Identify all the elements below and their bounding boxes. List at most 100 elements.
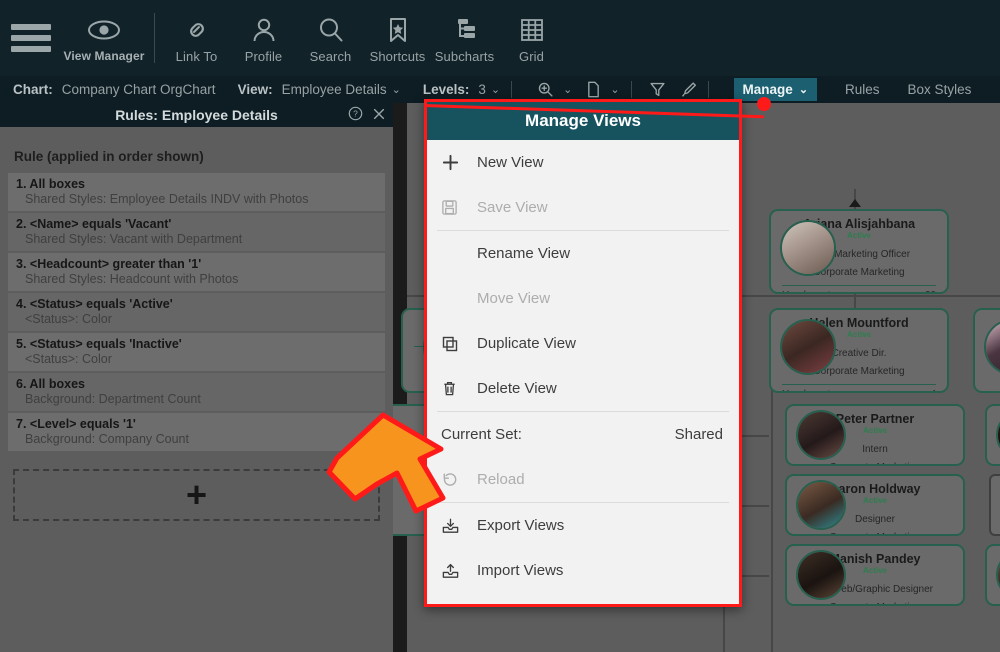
levels-value[interactable]: 3 xyxy=(478,82,486,97)
subchart-icon xyxy=(450,13,480,47)
chevron-down-icon[interactable]: ⌄ xyxy=(610,83,619,96)
menu-item-label: Rename View xyxy=(477,245,571,262)
toolbar-label: Link To xyxy=(175,48,218,64)
chevron-down-icon[interactable]: ⌄ xyxy=(563,83,572,96)
org-node-partial[interactable] xyxy=(985,404,1000,466)
rule-row[interactable]: 6. All boxes Background: Department Coun… xyxy=(8,373,385,411)
box-styles-button[interactable]: Box Styles xyxy=(908,82,972,97)
toolbar-label: Search xyxy=(309,48,352,64)
current-set-value: Shared xyxy=(674,426,723,443)
rule-row[interactable]: 3. <Headcount> greater than '1' Shared S… xyxy=(8,253,385,291)
rule-row[interactable]: 1. All boxes Shared Styles: Employee Det… xyxy=(8,173,385,211)
org-node-dept: Corporate Marketing xyxy=(787,602,963,604)
toolbar-item-search[interactable]: Search xyxy=(297,3,364,73)
rule-row[interactable]: 4. <Status> equals 'Active' <Status>: Co… xyxy=(8,293,385,331)
toolbar-item-profile[interactable]: Profile xyxy=(230,3,297,73)
filter-button[interactable] xyxy=(649,81,666,98)
rules-panel-actions: ? xyxy=(348,103,386,127)
manage-button[interactable]: Manage ⌄ xyxy=(733,78,818,101)
view-value[interactable]: Employee Details xyxy=(282,82,387,97)
highlighter-button[interactable] xyxy=(680,81,697,98)
org-node[interactable]: Peter Partner Active Intern Corporate Ma… xyxy=(785,404,965,466)
hamburger-menu-icon xyxy=(11,24,51,52)
toolbar-item-grid[interactable]: Grid xyxy=(498,3,565,73)
org-node-headcount: Headcount: 20 xyxy=(771,286,947,292)
menu-item-label: New View xyxy=(477,154,544,171)
floppy-save-icon xyxy=(441,199,473,216)
page-title: Rules: Employee Details xyxy=(115,107,278,123)
current-set-label: Current Set: xyxy=(441,426,522,443)
avatar xyxy=(796,550,846,600)
menu-item-reload: Reload xyxy=(427,457,739,502)
link-icon xyxy=(182,13,212,47)
rules-panel-header: Rules: Employee Details ? xyxy=(0,103,393,127)
copy-icon xyxy=(441,335,473,353)
menu-item-export-views[interactable]: Export Views xyxy=(427,503,739,548)
rule-detail: Shared Styles: Headcount with Photos xyxy=(25,272,239,286)
toolbar-item-link-to[interactable]: Link To xyxy=(163,3,230,73)
rule-detail: Shared Styles: Vacant with Department xyxy=(25,232,243,246)
menu-item-delete-view[interactable]: Delete View xyxy=(427,366,739,411)
zoom-in-button[interactable]: ⌄ xyxy=(537,81,572,98)
rule-detail: <Status>: Color xyxy=(25,352,112,366)
chevron-down-icon[interactable]: ⌄ xyxy=(491,83,500,96)
magnifier-icon xyxy=(316,13,346,47)
org-node-partial[interactable] xyxy=(973,308,1000,393)
org-node-dept: Corporate Marketing xyxy=(787,462,963,464)
rule-detail: Background: Department Count xyxy=(25,392,201,406)
trash-icon xyxy=(441,380,473,397)
toolbar-divider xyxy=(154,13,155,63)
toolbar-item-shortcuts[interactable]: Shortcuts xyxy=(364,3,431,73)
collapse-arrow-icon[interactable] xyxy=(849,199,861,207)
rule-row[interactable]: 2. <Name> equals 'Vacant' Shared Styles:… xyxy=(8,213,385,251)
avatar xyxy=(996,410,1000,460)
toolbar-item-subcharts[interactable]: Subcharts xyxy=(431,3,498,73)
menu-item-save-view: Save View xyxy=(427,185,739,230)
toolbar-label: Shortcuts xyxy=(369,48,426,64)
view-label: View: xyxy=(237,82,273,97)
toolbar-item-view-manager[interactable]: View Manager xyxy=(62,3,146,73)
divider xyxy=(630,81,632,98)
org-node[interactable]: Manish Pandey Active Sr. Web/Graphic Des… xyxy=(785,544,965,606)
chart-label: Chart: xyxy=(13,82,53,97)
chart-value[interactable]: Company Chart OrgChart xyxy=(62,82,216,97)
rules-button[interactable]: Rules xyxy=(845,82,880,97)
avatar xyxy=(796,410,846,460)
chevron-down-icon: ⌄ xyxy=(798,84,809,96)
menu-item-duplicate-view[interactable]: Duplicate View xyxy=(427,321,739,366)
headcount-label: Headcount: xyxy=(782,389,833,391)
rule-title: 7. <Level> equals '1' xyxy=(16,417,136,431)
rule-row[interactable]: 5. <Status> equals 'Inactive' <Status>: … xyxy=(8,333,385,371)
org-node[interactable]: Ariana Alisjahbana Active Chief Marketin… xyxy=(769,209,949,294)
toolbar-label: View Manager xyxy=(63,49,145,63)
avatar xyxy=(796,480,846,530)
page-button[interactable]: ⌄ xyxy=(586,81,620,98)
rule-detail: Background: Company Count xyxy=(25,432,189,446)
org-node-partial[interactable] xyxy=(989,474,1000,536)
org-node-partial[interactable] xyxy=(985,544,1000,606)
svg-text:?: ? xyxy=(353,109,358,119)
rules-panel: Rules: Employee Details ? Rule (applied … xyxy=(0,103,393,652)
menu-item-import-views[interactable]: Import Views xyxy=(427,548,739,593)
org-node[interactable]: Aaron Holdway Active Designer Corporate … xyxy=(785,474,965,536)
levels-label: Levels: xyxy=(422,82,470,97)
hamburger-menu-button[interactable] xyxy=(0,3,62,73)
menu-item-label: Save View xyxy=(477,199,548,216)
rule-detail: <Status>: Color xyxy=(25,312,112,326)
chevron-down-icon[interactable]: ⌄ xyxy=(392,83,401,96)
app-root: View Manager Link To Profile Search Shor… xyxy=(0,0,1000,652)
grid-table-icon xyxy=(517,13,547,47)
rules-list-caption: Rule (applied in order shown) xyxy=(14,149,204,164)
manage-views-menu: Manage Views New View Save View Rename V… xyxy=(424,99,742,607)
import-upload-icon xyxy=(441,562,473,580)
headcount-value: 20 xyxy=(925,290,936,292)
menu-item-new-view[interactable]: New View xyxy=(427,140,739,185)
close-x-icon[interactable] xyxy=(372,107,386,124)
menu-item-rename-view[interactable]: Rename View xyxy=(427,231,739,276)
rule-detail: Shared Styles: Employee Details INDV wit… xyxy=(25,192,309,206)
funnel-filter-icon xyxy=(649,82,665,97)
help-circle-icon[interactable]: ? xyxy=(348,106,363,124)
bookmark-star-icon xyxy=(383,13,413,47)
toolbar-label: Profile xyxy=(244,48,283,64)
org-node[interactable]: Helen Mountford Active Creative Dir. Cor… xyxy=(769,308,949,393)
